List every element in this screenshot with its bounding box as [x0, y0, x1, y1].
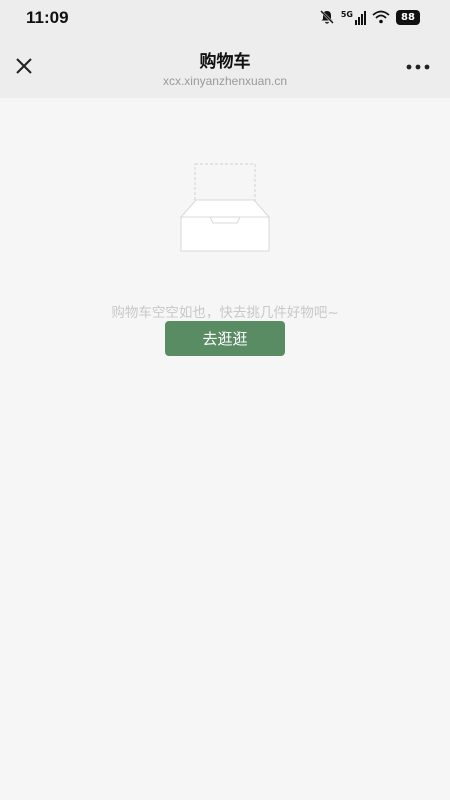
bell-muted-icon [319, 10, 334, 24]
empty-cart-message: 购物车空空如也，快去挑几件好物吧~ [111, 305, 339, 321]
wifi-icon [372, 10, 390, 24]
status-icons: 5G 88 [319, 9, 420, 25]
go-browse-button[interactable]: 去逛逛 [165, 321, 285, 356]
battery-icon: 88 [396, 9, 420, 25]
page-url: xcx.xinyanzhenxuan.cn [162, 74, 288, 88]
empty-box-icon [179, 163, 271, 252]
page-title: 购物车 [199, 52, 251, 72]
status-time: 11:09 [26, 8, 69, 27]
status-bar: 11:09 5G 88 [0, 0, 450, 38]
title-bar: 购物车 xcx.xinyanzhenxuan.cn [0, 38, 450, 98]
cart-content: 购物车空空如也，快去挑几件好物吧~ 去逛逛 [0, 98, 450, 800]
signal-5g-icon: 5G [341, 10, 366, 25]
more-icon[interactable] [404, 60, 432, 74]
network-label: 5G [340, 9, 353, 19]
